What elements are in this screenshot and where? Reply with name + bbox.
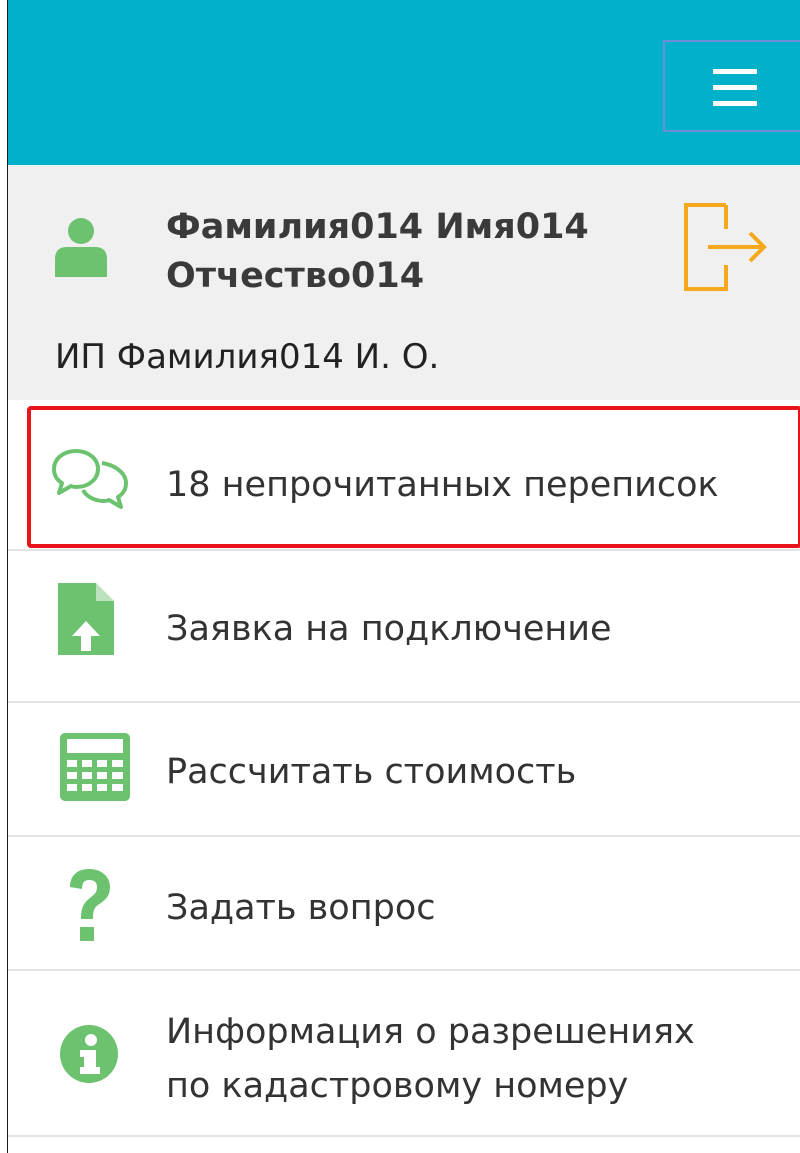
- file-upload-icon: [58, 583, 114, 655]
- mobile-menu: Фамилия014 Имя014 Отчество014 ИП Фамилия…: [8, 0, 800, 1153]
- menu-item-label-line1: Информация о разрешениях: [166, 1012, 695, 1052]
- menu-item-question[interactable]: Задать вопрос: [8, 837, 800, 971]
- logout-icon[interactable]: [680, 201, 770, 293]
- menu-item-label: Рассчитать стоимость: [166, 752, 577, 792]
- menu-item-calculate[interactable]: Рассчитать стоимость: [8, 703, 800, 837]
- info-icon: [60, 1025, 118, 1083]
- window-frame-edge: [0, 0, 8, 1153]
- user-panel: Фамилия014 Имя014 Отчество014 ИП Фамилия…: [8, 165, 800, 400]
- company-name: ИП Фамилия014 И. О.: [55, 337, 440, 377]
- user-icon: [55, 218, 107, 277]
- user-full-name: Фамилия014 Имя014 Отчество014: [166, 203, 646, 301]
- menu-toggle-button[interactable]: [663, 40, 800, 132]
- question-icon: [70, 869, 110, 941]
- chat-icon: [52, 449, 128, 509]
- menu-item-label: 18 непрочитанных переписок: [166, 465, 719, 505]
- menu-item-permissions[interactable]: Информация о разрешениях по кадастровому…: [8, 971, 800, 1137]
- menu-item-label: Заявка на подключение: [166, 609, 612, 649]
- calculator-icon: [60, 733, 130, 801]
- top-bar: [8, 0, 800, 165]
- menu-item-connection[interactable]: Заявка на подключение: [8, 551, 800, 703]
- menu-item-label: Информация о разрешениях по кадастровому…: [166, 1005, 695, 1113]
- menu-item-label: Задать вопрос: [166, 888, 436, 928]
- menu-item-label-line2: по кадастровому номеру: [166, 1066, 629, 1106]
- user-name-line2: Отчество014: [166, 256, 425, 296]
- user-name-line1: Фамилия014 Имя014: [166, 207, 589, 247]
- menu-item-messages[interactable]: 18 непрочитанных переписок: [8, 400, 800, 551]
